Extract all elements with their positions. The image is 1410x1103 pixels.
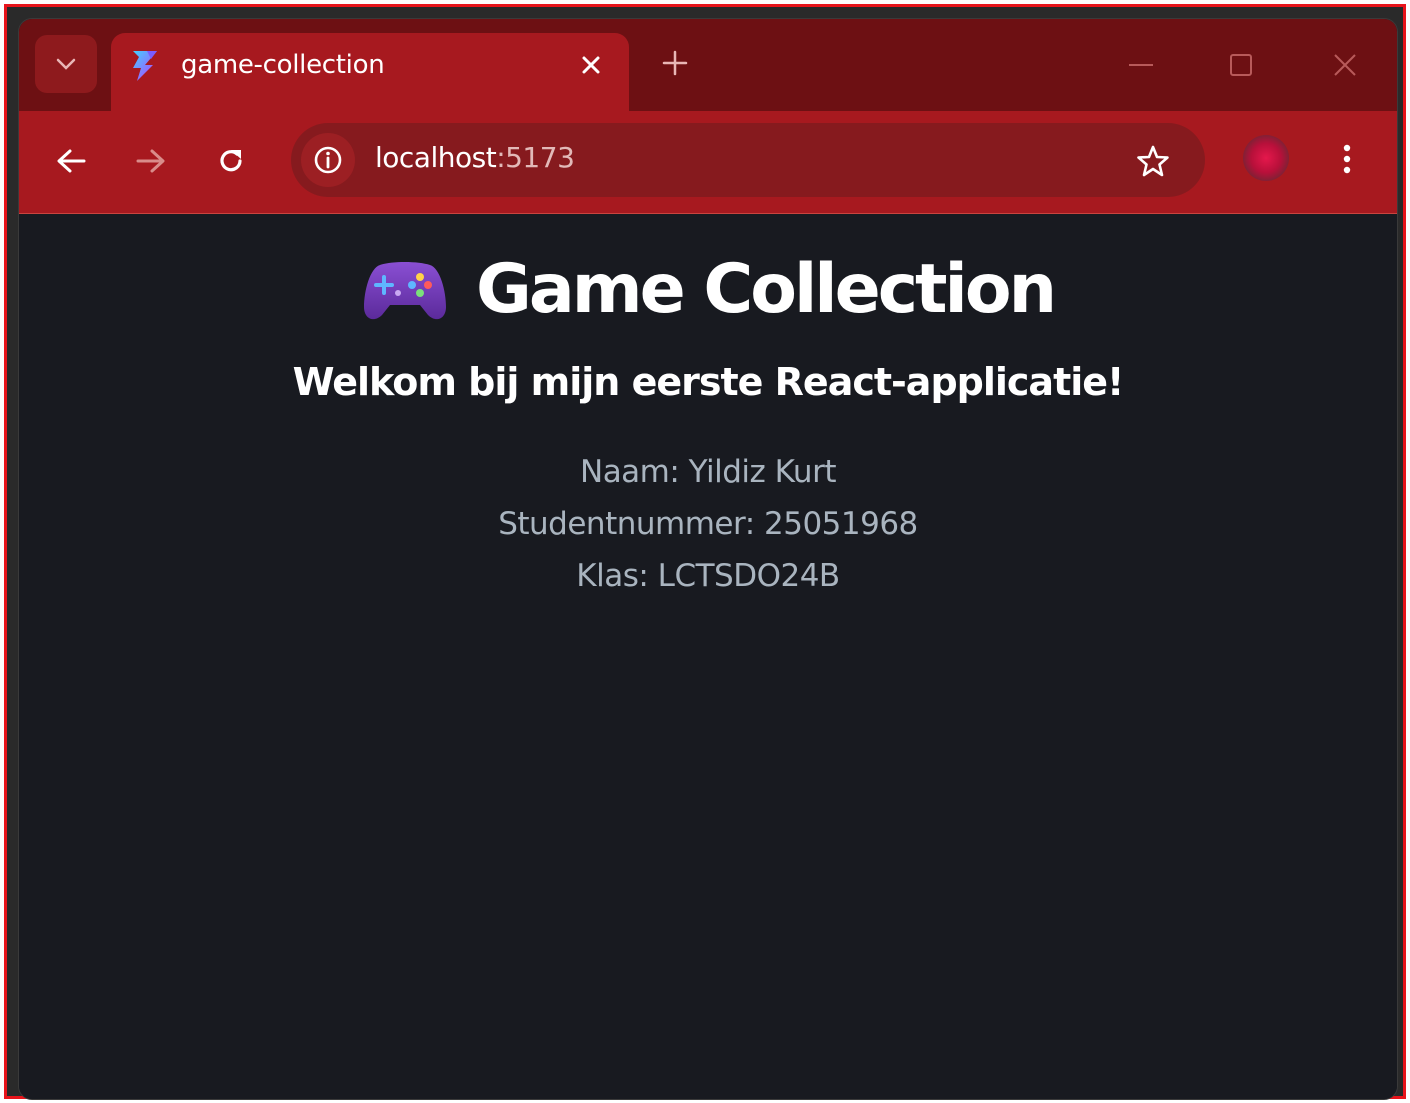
student-number: Studentnummer: 25051968 (498, 506, 918, 542)
maximize-icon (1230, 54, 1252, 76)
url-port: :5173 (496, 141, 575, 174)
chevron-down-icon (56, 58, 76, 70)
back-button[interactable] (49, 139, 93, 183)
profile-avatar[interactable] (1243, 135, 1289, 181)
minimize-button[interactable] (1119, 43, 1163, 87)
tab-strip: game-collection (19, 19, 1397, 113)
arrow-left-icon (57, 149, 86, 173)
close-icon (582, 56, 600, 74)
student-class: Klas: LCTSDO24B (576, 558, 840, 594)
minimize-icon (1129, 64, 1153, 66)
tab-close-button[interactable] (571, 45, 611, 85)
arrow-right-icon (136, 149, 165, 173)
browser-window: game-collection localhost:5173 Game Coll… (18, 18, 1398, 1100)
reload-button[interactable] (209, 139, 253, 183)
bookmark-button[interactable] (1131, 139, 1175, 183)
browser-toolbar: localhost:5173 (19, 111, 1397, 214)
page-title: Game Collection (476, 250, 1057, 329)
info-icon (314, 146, 342, 174)
star-icon (1137, 145, 1169, 177)
vite-icon (133, 51, 157, 81)
forward-button[interactable] (129, 139, 173, 183)
url-host: localhost (375, 141, 497, 174)
browser-menu-button[interactable] (1329, 137, 1365, 181)
page-subtitle: Welkom bij mijn eerste React-applicatie! (292, 360, 1125, 404)
student-name: Naam: Yildiz Kurt (580, 454, 836, 490)
more-vertical-icon (1343, 144, 1351, 174)
plus-icon (662, 50, 688, 76)
reload-icon (220, 150, 242, 172)
tab-game-collection[interactable]: game-collection (111, 33, 629, 113)
close-window-button[interactable] (1323, 43, 1367, 87)
page-heading: Game Collection (19, 250, 1397, 330)
maximize-button[interactable] (1219, 43, 1263, 87)
gamepad-icon (364, 262, 447, 320)
address-bar[interactable]: localhost:5173 (291, 123, 1205, 197)
site-info-button[interactable] (301, 133, 355, 187)
url-text: localhost:5173 (375, 141, 575, 174)
tab-title: game-collection (181, 50, 385, 80)
new-tab-button[interactable] (655, 43, 695, 83)
close-window-icon (1334, 54, 1356, 76)
page-content: Game Collection Welkom bij mijn eerste R… (19, 214, 1397, 1099)
tab-search-button[interactable] (35, 35, 97, 93)
